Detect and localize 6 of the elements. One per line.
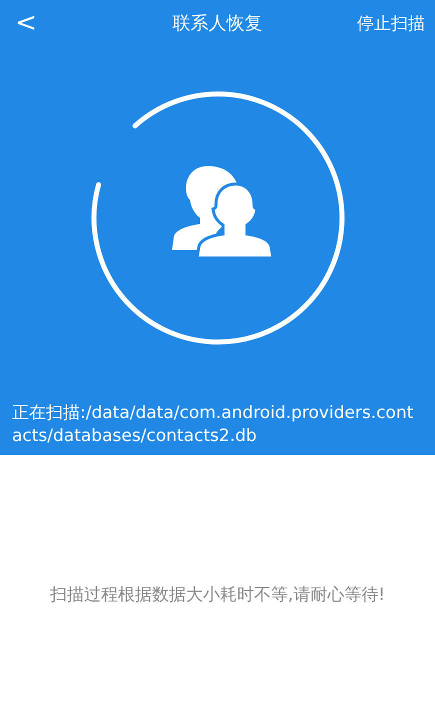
page-title: 联系人恢复	[172, 13, 262, 34]
scan-status: 正在扫描:/data/data/com.android.providers.contacts/databases/contacts2.db	[12, 402, 414, 448]
scan-hint: 扫描过程根据数据大小耗时不等,请耐心等待!	[48, 584, 386, 607]
contacts-icon	[172, 166, 274, 260]
back-button[interactable]: <	[14, 10, 38, 36]
stop-scan-button[interactable]: 停止扫描	[357, 12, 425, 34]
